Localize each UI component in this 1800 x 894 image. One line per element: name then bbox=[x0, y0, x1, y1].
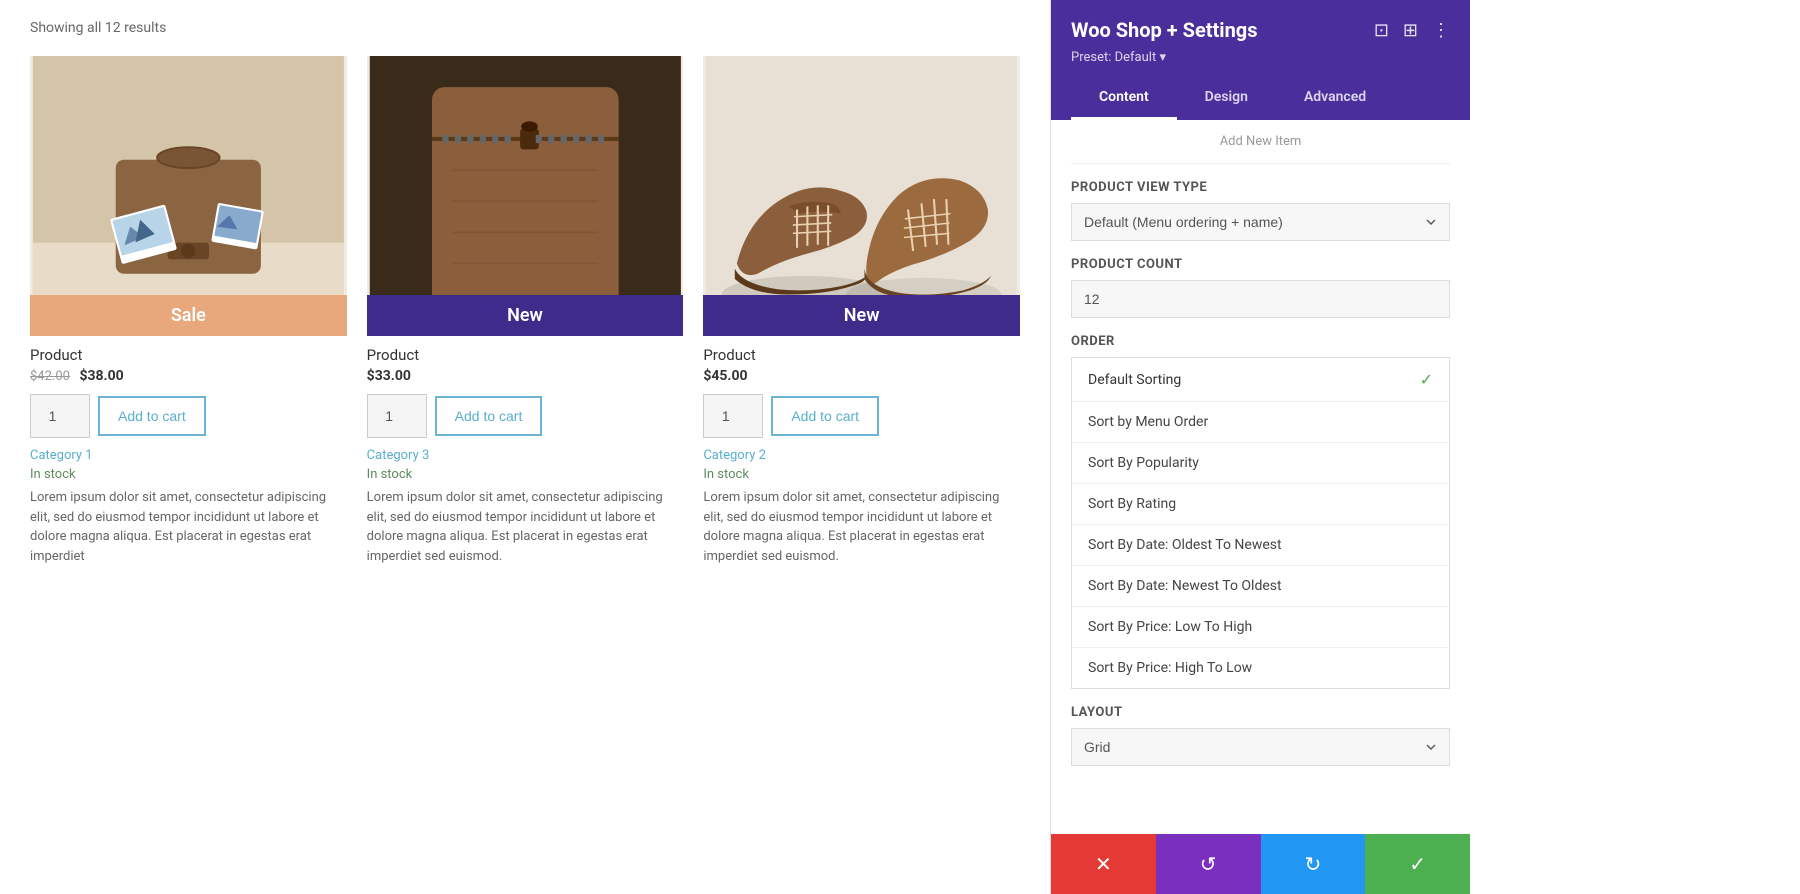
product-view-type-label: Product View Type bbox=[1071, 180, 1450, 195]
screenshot-icon[interactable]: ⊡ bbox=[1374, 20, 1389, 41]
panel-footer: ✕ ↺ ↻ ✓ bbox=[1051, 834, 1470, 894]
product-card-1: Sale New Product $42.00 $38.00 Add to ca… bbox=[30, 56, 347, 576]
order-option-newest[interactable]: Sort By Date: Newest To Oldest bbox=[1072, 566, 1449, 607]
product-info-1: Product $42.00 $38.00 Add to cart Catego… bbox=[30, 336, 347, 576]
order-option-rating[interactable]: Sort By Rating bbox=[1072, 484, 1449, 525]
order-dropdown: Default Sorting ✓ Sort by Menu Order Sor… bbox=[1071, 357, 1450, 689]
add-to-cart-row-1: Add to cart bbox=[30, 394, 347, 438]
product-description-1: Lorem ipsum dolor sit amet, consectetur … bbox=[30, 488, 347, 566]
product-category-2[interactable]: Category 3 bbox=[367, 448, 684, 463]
product-price-1: $42.00 $38.00 bbox=[30, 368, 347, 384]
add-to-cart-row-2: Add to cart bbox=[367, 394, 684, 438]
order-option-price-high[interactable]: Sort By Price: High To Low bbox=[1072, 648, 1449, 688]
product-card-3: New Product $45.00 Add to cart Category … bbox=[703, 56, 1020, 576]
panel-header-icons: ⊡ ⊞ ⋮ bbox=[1374, 20, 1450, 41]
products-grid: Sale New Product $42.00 $38.00 Add to ca… bbox=[30, 56, 1020, 576]
product-stock-3: In stock bbox=[703, 467, 1020, 482]
price-sale-2: $33.00 bbox=[367, 368, 411, 384]
product-count-input[interactable] bbox=[1071, 280, 1450, 318]
panel-header: Woo Shop + Settings ⊡ ⊞ ⋮ Preset: Defaul… bbox=[1051, 0, 1470, 120]
redo-button[interactable]: ↻ bbox=[1261, 834, 1366, 894]
order-option-price-low[interactable]: Sort By Price: Low To High bbox=[1072, 607, 1449, 648]
tab-content[interactable]: Content bbox=[1071, 77, 1177, 120]
save-button[interactable]: ✓ bbox=[1365, 834, 1470, 894]
product-info-2: Product $33.00 Add to cart Category 3 In… bbox=[367, 336, 684, 576]
showing-results: Showing all 12 results bbox=[30, 20, 1020, 36]
add-to-cart-row-3: Add to cart bbox=[703, 394, 1020, 438]
product-badge-sale: Sale bbox=[30, 295, 347, 336]
product-badge-new-2: New bbox=[367, 295, 684, 336]
add-to-cart-button-1[interactable]: Add to cart bbox=[98, 396, 206, 436]
layout-label: Layout bbox=[1071, 705, 1450, 720]
product-card-2: New Product $33.00 Add to cart Category … bbox=[367, 56, 684, 576]
order-option-menu-order[interactable]: Sort by Menu Order bbox=[1072, 402, 1449, 443]
price-original-1: $42.00 bbox=[30, 369, 70, 384]
product-image-3: New bbox=[703, 56, 1020, 336]
tab-design[interactable]: Design bbox=[1177, 77, 1276, 120]
cancel-button[interactable]: ✕ bbox=[1051, 834, 1156, 894]
product-price-3: $45.00 bbox=[703, 368, 1020, 384]
product-badge-new-3: New bbox=[703, 295, 1020, 336]
product-name-3: Product bbox=[703, 346, 1020, 364]
order-option-default[interactable]: Default Sorting ✓ bbox=[1072, 358, 1449, 402]
order-option-popularity[interactable]: Sort By Popularity bbox=[1072, 443, 1449, 484]
more-icon[interactable]: ⋮ bbox=[1432, 20, 1450, 41]
settings-panel: Woo Shop + Settings ⊡ ⊞ ⋮ Preset: Defaul… bbox=[1050, 0, 1470, 894]
qty-input-1[interactable] bbox=[30, 394, 90, 438]
price-sale-3: $45.00 bbox=[703, 368, 747, 384]
add-to-cart-button-2[interactable]: Add to cart bbox=[435, 396, 543, 436]
panel-title: Woo Shop + Settings bbox=[1071, 18, 1258, 42]
tab-advanced[interactable]: Advanced bbox=[1276, 77, 1394, 120]
panel-tabs: Content Design Advanced bbox=[1071, 77, 1450, 120]
product-info-3: Product $45.00 Add to cart Category 2 In… bbox=[703, 336, 1020, 576]
product-price-2: $33.00 bbox=[367, 368, 684, 384]
layout-icon[interactable]: ⊞ bbox=[1403, 20, 1418, 41]
product-view-type-select[interactable]: Default (Menu ordering + name) bbox=[1071, 203, 1450, 241]
panel-body: Add New Item Product View Type Default (… bbox=[1051, 120, 1470, 894]
product-description-3: Lorem ipsum dolor sit amet, consectetur … bbox=[703, 488, 1020, 566]
product-count-label: Product Count bbox=[1071, 257, 1450, 272]
product-stock-1: In stock bbox=[30, 467, 347, 482]
undo-button[interactable]: ↺ bbox=[1156, 834, 1261, 894]
product-name-2: Product bbox=[367, 346, 684, 364]
layout-select[interactable]: Grid bbox=[1071, 728, 1450, 766]
order-option-oldest[interactable]: Sort By Date: Oldest To Newest bbox=[1072, 525, 1449, 566]
product-description-2: Lorem ipsum dolor sit amet, consectetur … bbox=[367, 488, 684, 566]
panel-title-row: Woo Shop + Settings ⊡ ⊞ ⋮ bbox=[1071, 18, 1450, 42]
qty-input-3[interactable] bbox=[703, 394, 763, 438]
product-category-1[interactable]: Category 1 bbox=[30, 448, 347, 463]
qty-input-2[interactable] bbox=[367, 394, 427, 438]
panel-preset[interactable]: Preset: Default ▾ bbox=[1071, 50, 1450, 65]
order-label: Order bbox=[1071, 334, 1450, 349]
product-category-3[interactable]: Category 2 bbox=[703, 448, 1020, 463]
product-name-1: Product bbox=[30, 346, 347, 364]
main-content: Showing all 12 results bbox=[0, 0, 1050, 894]
product-image-2: New bbox=[367, 56, 684, 336]
product-image-1: Sale New bbox=[30, 56, 347, 336]
add-to-cart-button-3[interactable]: Add to cart bbox=[771, 396, 879, 436]
add-new-item[interactable]: Add New Item bbox=[1071, 120, 1450, 164]
check-icon: ✓ bbox=[1420, 370, 1433, 389]
price-sale-1: $38.00 bbox=[79, 368, 123, 384]
product-stock-2: In stock bbox=[367, 467, 684, 482]
